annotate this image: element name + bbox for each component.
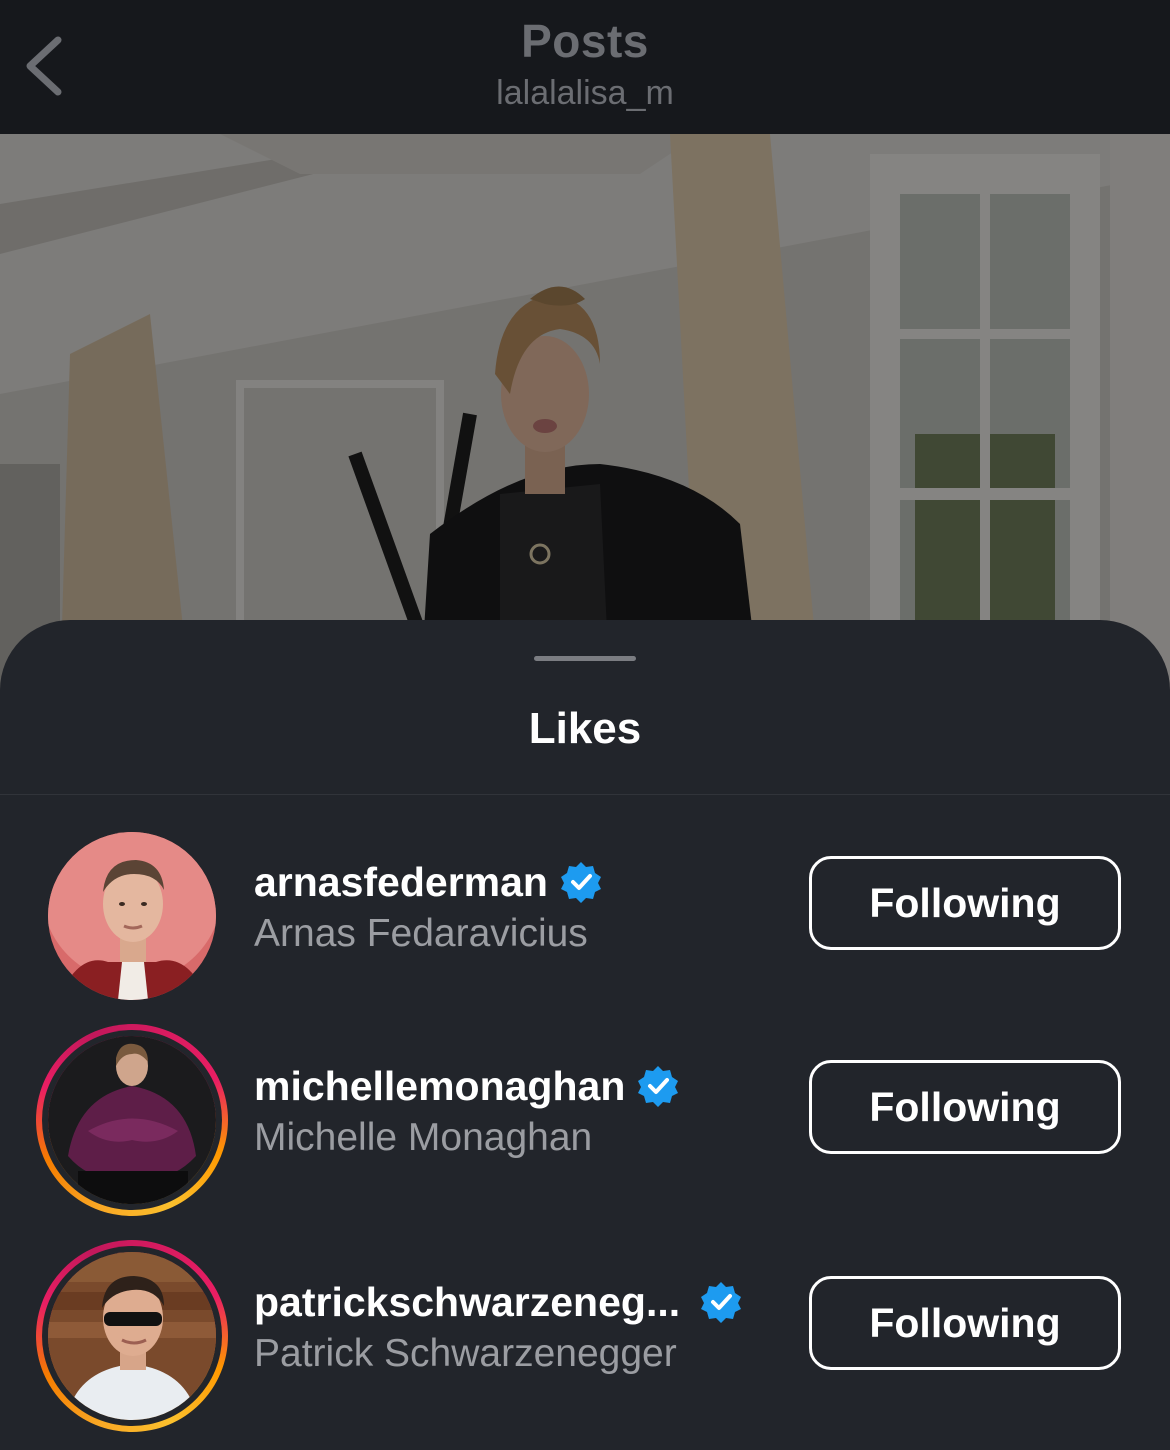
avatar-story-ring[interactable] bbox=[36, 1024, 228, 1216]
verified-badge-icon bbox=[637, 1065, 679, 1107]
avatar-image bbox=[48, 1252, 216, 1420]
full-name: Michelle Monaghan bbox=[254, 1116, 593, 1159]
avatar-image bbox=[48, 832, 216, 1000]
verified-badge-icon bbox=[560, 861, 602, 903]
list-item[interactable]: michellemonaghan Michelle Monaghan Follo… bbox=[0, 1024, 1170, 1224]
full-name: Arnas Fedaravicius bbox=[254, 912, 588, 955]
avatar-story-ring[interactable] bbox=[36, 1240, 228, 1432]
sheet-grabber[interactable] bbox=[534, 656, 636, 661]
username[interactable]: arnasfederman bbox=[254, 859, 548, 906]
sheet-title: Likes bbox=[528, 704, 642, 753]
post-photo bbox=[0, 134, 1170, 694]
navigation-bar: Posts lalalalisa_m bbox=[0, 0, 1170, 134]
user-text: patrickschwarzeneg... Patrick Schwarzene… bbox=[254, 1274, 742, 1376]
list-item[interactable]: patrickschwarzeneg... Patrick Schwarzene… bbox=[0, 1240, 1170, 1440]
following-button[interactable]: Following bbox=[809, 1060, 1121, 1154]
photo-dim-overlay bbox=[0, 134, 1170, 694]
sheet-divider bbox=[0, 794, 1170, 795]
avatar-image bbox=[48, 1036, 216, 1204]
page-title: Posts bbox=[521, 15, 649, 67]
list-item[interactable]: arnasfederman Arnas Fedaravicius Followi… bbox=[0, 820, 1170, 1020]
username[interactable]: michellemonaghan bbox=[254, 1063, 625, 1110]
likes-sheet: Likes arnasfederman Arnas Fedaravicius F… bbox=[0, 620, 1170, 1450]
following-button[interactable]: Following bbox=[809, 1276, 1121, 1370]
user-text: arnasfederman Arnas Fedaravicius bbox=[254, 854, 602, 956]
user-text: michellemonaghan Michelle Monaghan bbox=[254, 1058, 679, 1160]
page-subtitle: lalalalisa_m bbox=[496, 74, 674, 112]
username[interactable]: patrickschwarzeneg... bbox=[254, 1279, 680, 1326]
full-name: Patrick Schwarzenegger bbox=[254, 1332, 677, 1375]
following-button[interactable]: Following bbox=[809, 856, 1121, 950]
verified-badge-icon bbox=[700, 1281, 742, 1323]
avatar[interactable] bbox=[36, 820, 228, 1012]
